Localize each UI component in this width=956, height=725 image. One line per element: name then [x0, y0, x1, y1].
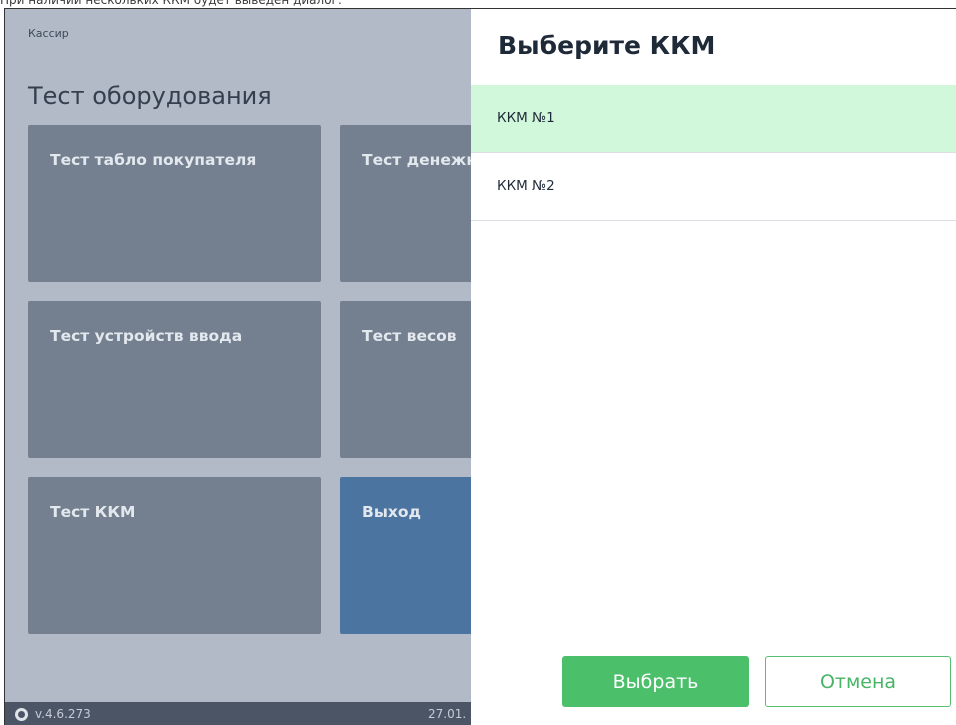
tile-kkm-test[interactable]: Тест ККМ — [28, 477, 321, 634]
page-caption: При наличии нескольких ККМ будет выведен… — [0, 0, 342, 7]
tile-cash-drawer-test[interactable]: Тест денежного ящика — [340, 125, 471, 282]
select-kkm-dialog: Выберите ККМ ККМ №1 ККМ №2 Выбрать Отмен… — [471, 9, 956, 725]
tile-customer-display-test[interactable]: Тест табло покупателя — [28, 125, 321, 282]
tile-scales-test[interactable]: Тест весов — [340, 301, 471, 458]
tile-exit[interactable]: Выход — [340, 477, 471, 634]
page-title: Тест оборудования — [28, 82, 272, 110]
select-button[interactable]: Выбрать — [562, 656, 749, 707]
app-window: Кассир Тест оборудования Тест табло поку… — [4, 8, 956, 725]
tile-input-devices-test[interactable]: Тест устройств ввода — [28, 301, 321, 458]
app-logo-icon — [15, 708, 28, 721]
dialog-title: Выберите ККМ — [498, 31, 716, 60]
kkm-list: ККМ №1 ККМ №2 — [471, 85, 956, 221]
cancel-button[interactable]: Отмена — [765, 656, 951, 707]
user-label: Кассир — [28, 27, 69, 40]
status-date: 27.01. — [428, 707, 467, 721]
app-version: v.4.6.273 — [35, 707, 91, 721]
kkm-list-item-1[interactable]: ККМ №1 — [471, 85, 956, 153]
kkm-list-item-2[interactable]: ККМ №2 — [471, 153, 956, 221]
status-bar: v.4.6.273 27.01. — [5, 702, 471, 725]
background-app: Кассир Тест оборудования Тест табло поку… — [5, 9, 471, 725]
